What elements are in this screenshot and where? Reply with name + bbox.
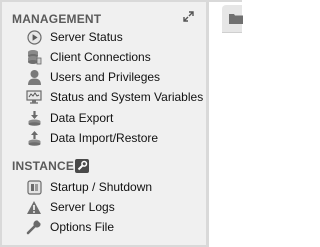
sidebar-item-label: Server Status	[50, 30, 123, 44]
sidebar-item-label: Startup / Shutdown	[50, 180, 153, 194]
management-section-header: MANAGEMENT	[12, 12, 102, 26]
editor-pane	[209, 2, 243, 247]
folder-icon	[229, 14, 243, 24]
sidebar-item-label: Data Import/Restore	[50, 131, 159, 145]
sidebar-item-data-import-restore[interactable]: Data Import/Restore	[26, 128, 204, 148]
sidebar-item-users-and-privileges[interactable]: Users and Privileges	[26, 67, 204, 87]
sidebar-item-client-connections[interactable]: Client Connections	[26, 47, 204, 67]
sidebar-item-status-and-system-variables[interactable]: Status and System Variables	[26, 87, 204, 107]
sidebar-item-label: Options File	[50, 220, 115, 234]
sidebar-item-server-status[interactable]: Server Status	[26, 27, 204, 47]
editor-tab[interactable]	[222, 5, 243, 33]
sidebar-item-label: Data Export	[50, 111, 114, 125]
sidebar-item-data-export[interactable]: Data Export	[26, 108, 204, 128]
sidebar-item-label: Status and System Variables	[50, 90, 204, 104]
navigator-sidebar: MANAGEMENT Server Status Client Connecti…	[2, 2, 206, 245]
expand-icon[interactable]	[183, 11, 194, 22]
workbench-window: MANAGEMENT Server Status Client Connecti…	[0, 0, 243, 247]
instance-section-header: INSTANCE	[12, 159, 75, 173]
sidebar-item-label: Server Logs	[50, 200, 115, 214]
export-icon	[26, 110, 42, 126]
sidebar-item-label: Client Connections	[50, 50, 151, 64]
sidebar-item-label: Users and Privileges	[50, 70, 161, 84]
play-circle-icon	[26, 29, 42, 45]
wrench-icon	[26, 219, 42, 235]
sidebar-item-startup-shutdown[interactable]: Startup / Shutdown	[26, 177, 204, 197]
import-icon	[26, 130, 42, 146]
sidebar-item-options-file[interactable]: Options File	[26, 217, 204, 237]
instance-settings-icon[interactable]	[75, 159, 89, 173]
user-icon	[26, 69, 42, 85]
monitor-icon	[26, 89, 42, 105]
database-connections-icon	[26, 49, 42, 65]
power-icon	[26, 179, 42, 195]
sidebar-item-server-logs[interactable]: Server Logs	[26, 197, 204, 217]
warning-icon	[26, 199, 42, 215]
